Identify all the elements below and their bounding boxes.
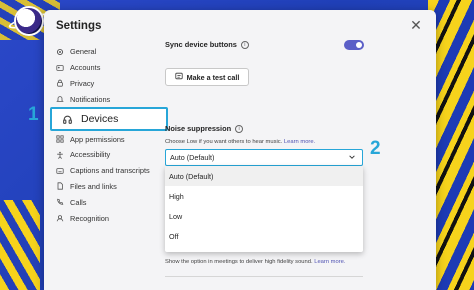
background-stripes-left: [0, 200, 40, 290]
sidebar-item-label: Privacy: [70, 78, 95, 88]
chevron-down-icon: [348, 153, 356, 163]
phone-icon: [56, 198, 64, 206]
info-icon[interactable]: i: [240, 40, 249, 49]
sync-device-buttons-label: Sync device buttons: [165, 40, 237, 49]
make-test-call-label: Make a test call: [186, 72, 240, 82]
sidebar-item-accessibility[interactable]: Accessibility: [52, 147, 160, 163]
recognition-icon: [56, 214, 64, 222]
sidebar-item-recognition[interactable]: Recognition: [52, 210, 160, 226]
sidebar-item-calls[interactable]: Calls: [52, 194, 160, 210]
noise-suppression-dropdown: Auto (Default) High Low Off: [165, 166, 363, 252]
sidebar-item-captions[interactable]: Captions and transcripts: [52, 163, 160, 179]
make-test-call-button[interactable]: Make a test call: [165, 68, 249, 86]
sidebar-item-label: Recognition: [70, 213, 110, 223]
info-icon[interactable]: i: [235, 124, 244, 133]
sidebar-item-label: Files and links: [70, 181, 117, 191]
test-call-icon: [175, 72, 183, 82]
dropdown-option-low[interactable]: Low: [165, 206, 363, 226]
sidebar-item-general[interactable]: General: [52, 44, 160, 60]
devices-panel: Sync device buttons i Make a test call N…: [165, 40, 365, 277]
sidebar-item-label: Notifications: [70, 94, 111, 104]
sidebar-item-app-permissions[interactable]: App permissions: [52, 131, 160, 147]
sidebar-item-privacy[interactable]: Privacy: [52, 76, 160, 92]
learn-more-link[interactable]: Learn more.: [284, 139, 315, 145]
dropdown-option-off[interactable]: Off: [165, 226, 363, 246]
sidebar-item-files-and-links[interactable]: Files and links: [52, 179, 160, 195]
accessibility-icon: [56, 151, 64, 159]
noise-desc-text: Choose Low if you want others to hear mu…: [165, 139, 283, 145]
sidebar-item-label: App permissions: [70, 134, 125, 144]
lock-icon: [56, 79, 64, 88]
window-title: Settings: [56, 20, 102, 32]
hifi-text: Show the option in meetings to deliver h…: [165, 259, 313, 265]
planet-logo-icon: [14, 6, 44, 36]
sidebar-item-notifications[interactable]: Notifications: [52, 91, 160, 107]
divider: [165, 276, 363, 277]
sidebar-item-accounts[interactable]: Accounts: [52, 60, 160, 76]
captions-icon: [56, 167, 64, 175]
noise-suppression-select[interactable]: Auto (Default): [165, 149, 363, 166]
sidebar-item-devices[interactable]: Devices: [50, 107, 168, 132]
high-fidelity-description: Show the option in meetings to deliver h…: [165, 259, 345, 265]
sidebar-item-label: Accessibility: [70, 150, 111, 160]
sidebar-item-label: Accounts: [70, 63, 101, 73]
sidebar-item-label: Calls: [70, 197, 87, 207]
noise-suppression-title: Noise suppression: [165, 124, 232, 133]
selected-value: Auto (Default): [170, 153, 215, 162]
hifi-learn-more-link[interactable]: Learn more.: [314, 259, 345, 265]
sync-device-buttons-toggle[interactable]: [344, 40, 364, 50]
noise-suppression-heading: Noise suppression i: [165, 124, 244, 133]
sidebar-item-label: General: [70, 47, 97, 57]
gear-icon: [56, 48, 64, 56]
close-icon[interactable]: ✕: [408, 17, 424, 33]
noise-suppression-description: Choose Low if you want others to hear mu…: [165, 139, 315, 145]
dropdown-option-high[interactable]: High: [165, 186, 363, 206]
grid-icon: [56, 135, 64, 143]
headset-icon: [62, 114, 73, 125]
sync-device-buttons-row: Sync device buttons i: [165, 40, 365, 49]
accounts-icon: [56, 64, 64, 72]
sidebar-item-label: Captions and transcripts: [70, 166, 150, 176]
sidebar-item-label: Devices: [81, 113, 119, 126]
callout-number-one: 1: [28, 104, 39, 125]
callout-number-two: 2: [370, 138, 381, 159]
file-icon: [56, 182, 64, 191]
bell-icon: [56, 95, 64, 103]
dropdown-option-auto[interactable]: Auto (Default): [165, 166, 363, 186]
settings-sidebar: General Accounts Privacy Notifications D…: [50, 44, 168, 226]
